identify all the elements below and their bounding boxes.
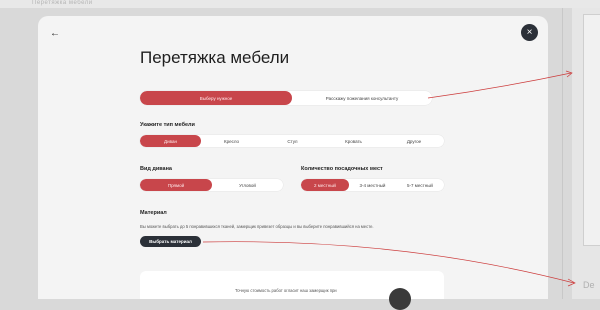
annotation-arrows bbox=[202, 70, 576, 287]
annotation-arrow-bottom bbox=[202, 241, 575, 284]
annotation-arrow-top bbox=[427, 72, 572, 99]
